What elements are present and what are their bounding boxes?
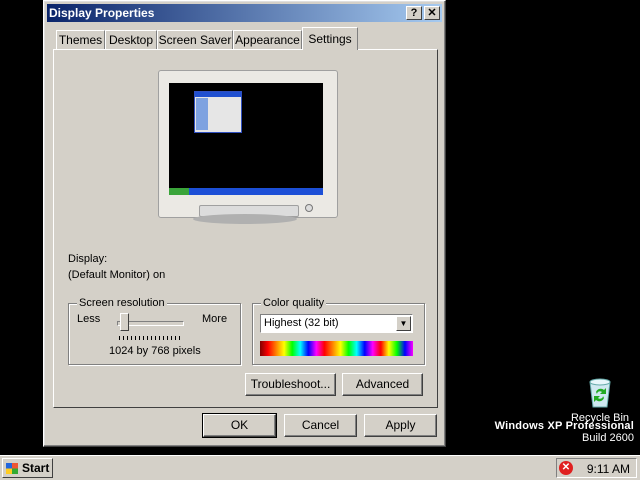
apply-button[interactable]: Apply (364, 414, 437, 437)
display-value: (Default Monitor) on (68, 269, 166, 281)
advanced-button[interactable]: Advanced (342, 373, 423, 396)
preview-window (194, 91, 242, 133)
color-quality-title: Color quality (261, 297, 327, 309)
start-button[interactable]: Start (2, 458, 53, 478)
monitor-preview (158, 70, 338, 218)
ok-button[interactable]: OK (202, 413, 277, 438)
cancel-button[interactable]: Cancel (284, 414, 357, 437)
display-label: Display: (68, 253, 108, 265)
close-icon[interactable]: ✕ (424, 6, 440, 20)
tab-desktop[interactable]: Desktop (105, 30, 157, 49)
tab-screen-saver[interactable]: Screen Saver (157, 30, 233, 49)
resolution-slider-ticks (119, 336, 181, 340)
tab-themes[interactable]: Themes (56, 30, 105, 49)
windows-logo-icon (6, 463, 18, 474)
os-name: Windows XP Professional (494, 420, 634, 432)
clock[interactable]: 9:11 AM (587, 462, 630, 476)
help-icon[interactable]: ? (406, 6, 422, 20)
screen-resolution-title: Screen resolution (77, 297, 167, 309)
monitor-screen (169, 83, 323, 195)
system-tray: ✕ 9:11 AM (556, 458, 637, 478)
title-bar[interactable]: Display Properties ? ✕ (47, 4, 442, 22)
resolution-less-label: Less (77, 313, 101, 325)
taskbar: Start ✕ 9:11 AM (0, 455, 640, 480)
tab-settings[interactable]: Settings (302, 27, 358, 50)
start-label: Start (22, 461, 50, 475)
tab-appearance[interactable]: Appearance (233, 30, 302, 49)
power-led-icon (305, 204, 313, 212)
resolution-value: 1024 by 768 pixels (109, 345, 201, 357)
troubleshoot-button[interactable]: Troubleshoot... (245, 373, 336, 396)
color-quality-select[interactable]: Highest (32 bit) ▼ (260, 314, 413, 333)
alert-icon[interactable]: ✕ (559, 461, 573, 475)
resolution-more-label: More (202, 313, 228, 325)
monitor-base (193, 214, 297, 224)
window-title: Display Properties (49, 6, 155, 20)
color-palette-bar (260, 341, 413, 356)
resolution-slider-thumb[interactable] (119, 313, 129, 331)
color-quality-value: Highest (32 bit) (264, 317, 339, 329)
os-build: Build 2600 (582, 432, 634, 444)
dropdown-arrow-icon[interactable]: ▼ (396, 316, 411, 331)
recycle-bin-icon (586, 376, 614, 408)
os-watermark: Windows XP Professional Build 2600 (495, 420, 634, 444)
desktop-icon-recycle-bin[interactable]: Recycle Bin (570, 376, 630, 424)
